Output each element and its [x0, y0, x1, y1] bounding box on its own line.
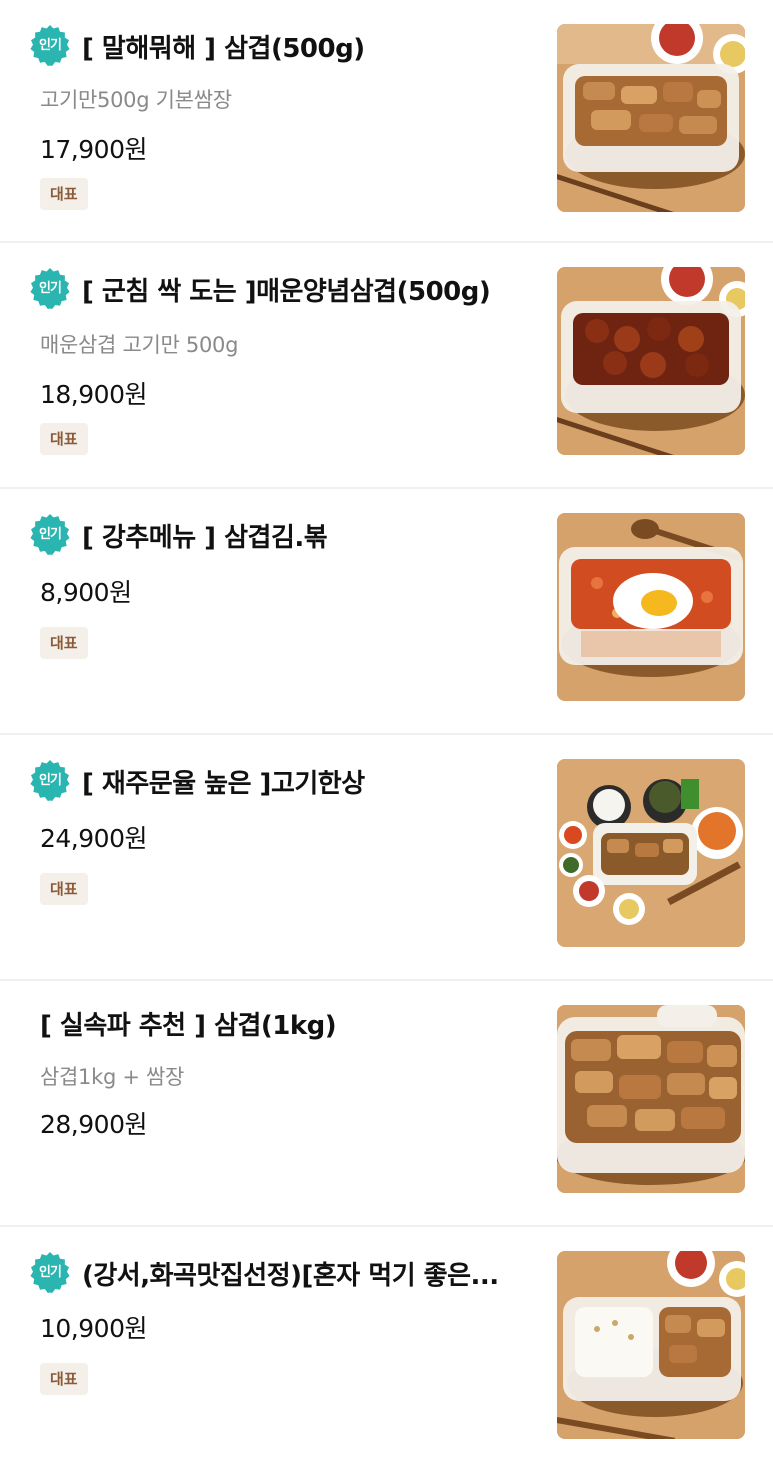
menu-item-title: [ 말해뭐해 ] 삼겹(500g): [82, 33, 365, 64]
popular-badge-label: 인기: [39, 281, 62, 296]
menu-item-title-row: 인기 [ 재주문율 높은 ]고기한상: [28, 759, 548, 803]
menu-item-description: 고기만500g 기본쌈장: [40, 88, 232, 112]
representative-tag: 대표: [40, 178, 88, 210]
menu-item-price: 28,900원: [40, 1110, 147, 1139]
menu-item-image[interactable]: [557, 267, 745, 455]
samgyeop-container-photo-icon: [557, 24, 745, 212]
menu-item-title: [ 강추메뉴 ] 삼겹김.볶: [82, 522, 328, 553]
popular-badge-label: 인기: [39, 38, 62, 53]
menu-item-price: 24,900원: [40, 824, 147, 853]
menu-item-image[interactable]: [557, 1005, 745, 1193]
representative-tag: 대표: [40, 1363, 88, 1395]
kimchi-fried-rice-egg-photo-icon: [557, 513, 745, 701]
menu-item-title-row: 인기 [ 말해뭐해 ] 삼겹(500g): [28, 24, 548, 68]
menu-item-description: 삼겹1kg + 쌈장: [40, 1065, 185, 1089]
samgyeop-1kg-container-photo-icon: [557, 1005, 745, 1193]
popular-badge: 인기: [28, 1251, 72, 1295]
menu-item-title-row: 인기 [ 강추메뉴 ] 삼겹김.볶: [28, 513, 548, 557]
popular-badge: 인기: [28, 513, 72, 557]
menu-item-price: 18,900원: [40, 380, 147, 409]
menu-item[interactable]: 인기 [ 말해뭐해 ] 삼겹(500g) 고기만500g 기본쌈장 17,900…: [0, 0, 773, 243]
menu-list: 인기 [ 말해뭐해 ] 삼겹(500g) 고기만500g 기본쌈장 17,900…: [0, 0, 773, 1463]
menu-item-title-row: [ 실속파 추천 ] 삼겹(1kg): [40, 1005, 560, 1042]
menu-item-title: [ 군침 싹 도는 ]매운양념삼겹(500g): [82, 276, 491, 307]
menu-item-image[interactable]: [557, 759, 745, 947]
representative-tag: 대표: [40, 627, 88, 659]
popular-badge-label: 인기: [39, 773, 62, 788]
menu-item-description: 매운삼겹 고기만 500g: [40, 333, 239, 357]
solo-rice-meat-box-photo-icon: [557, 1251, 745, 1439]
representative-tag: 대표: [40, 873, 88, 905]
representative-tag: 대표: [40, 423, 88, 455]
menu-item-title: [ 재주문율 높은 ]고기한상: [82, 768, 365, 799]
menu-item[interactable]: 인기 [ 군침 싹 도는 ]매운양념삼겹(500g) 매운삼겹 고기만 500g…: [0, 243, 773, 489]
popular-badge: 인기: [28, 24, 72, 68]
menu-item[interactable]: 인기 (강서,화곡맛집선정)[혼자 먹기 좋은... 10,900원 대표: [0, 1227, 773, 1463]
menu-item[interactable]: 인기 [ 재주문율 높은 ]고기한상 24,900원 대표: [0, 735, 773, 981]
menu-item-price: 10,900원: [40, 1314, 147, 1343]
menu-item-title: (강서,화곡맛집선정)[혼자 먹기 좋은...: [82, 1260, 499, 1291]
meat-meal-set-photo-icon: [557, 759, 745, 947]
menu-item-title: [ 실속파 추천 ] 삼겹(1kg): [40, 1011, 337, 1041]
popular-badge-label: 인기: [39, 1265, 62, 1280]
popular-badge: 인기: [28, 267, 72, 311]
menu-item[interactable]: [ 실속파 추천 ] 삼겹(1kg) 삼겹1kg + 쌈장 28,900원: [0, 981, 773, 1227]
spicy-samgyeop-container-photo-icon: [557, 267, 745, 455]
popular-badge: 인기: [28, 759, 72, 803]
menu-item[interactable]: 인기 [ 강추메뉴 ] 삼겹김.볶 8,900원 대표: [0, 489, 773, 735]
menu-item-title-row: 인기 (강서,화곡맛집선정)[혼자 먹기 좋은...: [28, 1251, 548, 1295]
menu-item-price: 8,900원: [40, 578, 132, 607]
menu-item-image[interactable]: [557, 24, 745, 212]
menu-item-title-row: 인기 [ 군침 싹 도는 ]매운양념삼겹(500g): [28, 267, 548, 311]
menu-item-image[interactable]: [557, 1251, 745, 1439]
menu-item-price: 17,900원: [40, 135, 147, 164]
popular-badge-label: 인기: [39, 527, 62, 542]
menu-item-image[interactable]: [557, 513, 745, 701]
